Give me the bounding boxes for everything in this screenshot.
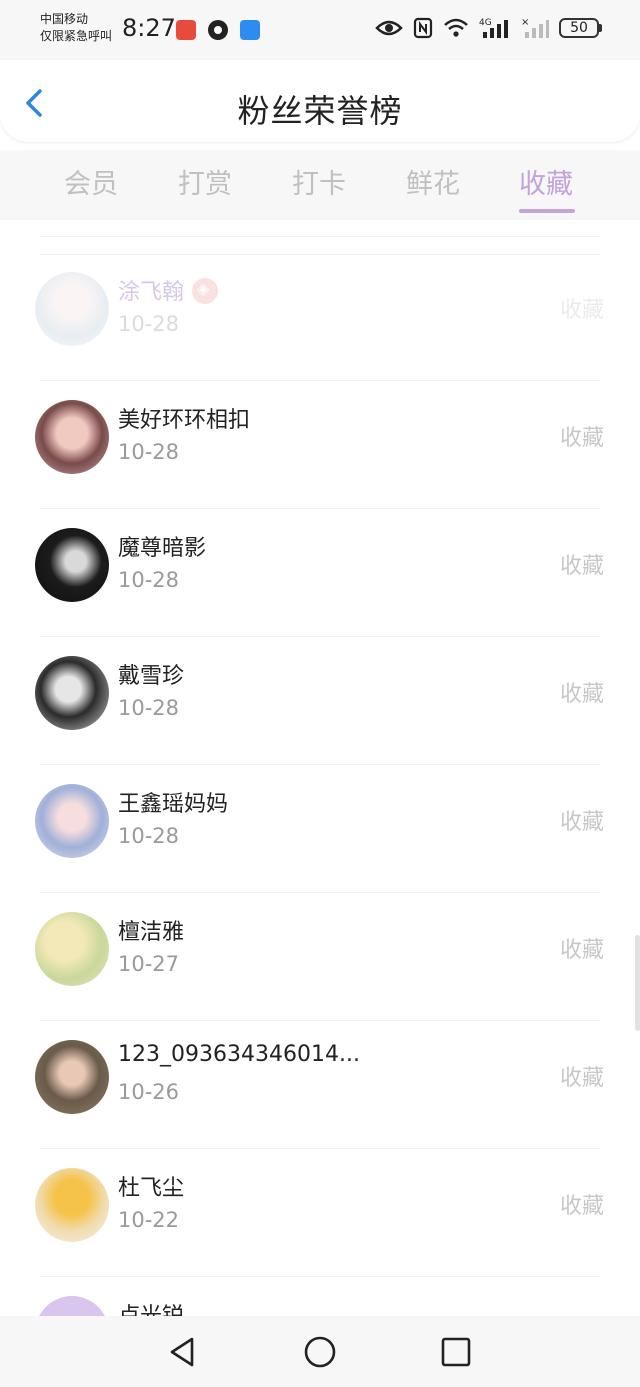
notification-icons <box>176 20 260 40</box>
fan-date: 10-28 <box>118 312 180 336</box>
carrier-status: 仅限紧急呼叫 <box>40 29 113 43</box>
list-item[interactable]: 卢光锐 <box>0 1276 640 1316</box>
recents-nav-icon[interactable] <box>438 1334 474 1370</box>
vip-badge-icon <box>192 278 219 304</box>
favorite-label: 收藏 <box>559 810 604 835</box>
huawei-app-icon <box>176 20 196 40</box>
tab-member[interactable]: 会员 <box>64 162 118 201</box>
fan-name: 涂飞翰 <box>118 274 219 306</box>
battery-level: 50 <box>559 18 599 38</box>
fan-name: 戴雪珍 <box>118 664 185 689</box>
avatar <box>35 400 109 474</box>
avatar <box>35 912 109 986</box>
carrier-name: 中国移动 <box>40 12 89 26</box>
divider <box>40 236 600 237</box>
fan-date: 10-28 <box>118 696 180 720</box>
no-signal-icon: × <box>521 17 549 38</box>
list-item[interactable]: 戴雪珍 10-28 收藏 <box>0 636 640 764</box>
fan-date: 10-28 <box>118 568 180 592</box>
avatar <box>35 1168 109 1242</box>
signal-4g-icon: 4G <box>479 18 508 38</box>
fan-date: 10-26 <box>118 1080 180 1104</box>
list-item[interactable]: 美好环环相扣 10-28 收藏 <box>0 380 640 508</box>
fan-date: 10-28 <box>118 824 180 848</box>
clock: 8:27 <box>122 14 176 42</box>
fan-name: 卢光锐 <box>118 1298 184 1316</box>
svg-text:4G: 4G <box>479 18 492 28</box>
fan-name: 美好环环相扣 <box>118 408 251 433</box>
favorite-label: 收藏 <box>559 426 604 451</box>
favorite-label: 收藏 <box>559 1194 604 1219</box>
fan-name: 王鑫瑶妈妈 <box>118 792 229 817</box>
message-icon <box>240 20 260 40</box>
tab-reward[interactable]: 打赏 <box>178 162 232 201</box>
fan-list[interactable]: 涂飞翰 10-28 收藏 美好环环相扣 10-28 收藏 魔尊暗影 10-28 … <box>0 220 640 1316</box>
list-item[interactable]: 魔尊暗影 10-28 收藏 <box>0 508 640 636</box>
avatar <box>35 784 109 858</box>
fan-name: 檀洁雅 <box>118 920 185 945</box>
system-icons: 4G × 50 <box>375 16 602 40</box>
wifi-icon <box>444 18 468 37</box>
avatar <box>35 656 109 730</box>
status-bar: 中国移动 仅限紧急呼叫 8:27 4G × 50 <box>0 0 640 60</box>
avatar <box>35 1296 109 1316</box>
scrollbar[interactable] <box>635 935 640 1031</box>
favorite-label: 收藏 <box>559 298 604 323</box>
page-title: 粉丝荣誉榜 <box>237 92 403 130</box>
svg-text:×: × <box>521 17 529 28</box>
favorite-label: 收藏 <box>559 682 604 707</box>
favorite-label: 收藏 <box>559 1066 604 1091</box>
avatar <box>35 528 109 602</box>
fan-name: 魔尊暗影 <box>118 536 207 561</box>
eye-icon <box>375 20 403 36</box>
list-item[interactable]: 123_093634346014... 10-26 收藏 <box>0 1020 640 1148</box>
tab-flowers[interactable]: 鲜花 <box>406 162 460 201</box>
fan-name: 杜飞尘 <box>118 1176 185 1201</box>
favorite-label: 收藏 <box>559 554 604 579</box>
tab-checkin[interactable]: 打卡 <box>292 162 346 201</box>
back-nav-icon[interactable] <box>164 1334 200 1370</box>
favorite-label: 收藏 <box>559 938 604 963</box>
list-item[interactable]: 杜飞尘 10-22 收藏 <box>0 1148 640 1276</box>
nfc-icon <box>413 17 433 39</box>
list-item[interactable]: 涂飞翰 10-28 收藏 <box>0 252 640 380</box>
list-item[interactable]: 王鑫瑶妈妈 10-28 收藏 <box>0 764 640 892</box>
top-app-bar: 粉丝荣誉榜 <box>0 60 640 142</box>
fan-date: 10-22 <box>118 1208 180 1232</box>
carrier-info: 中国移动 仅限紧急呼叫 <box>40 11 112 45</box>
fan-name-text: 涂飞翰 <box>118 280 185 305</box>
fan-date: 10-28 <box>118 440 180 464</box>
battery-icon: 50 <box>559 18 602 38</box>
fan-date: 10-27 <box>118 952 180 976</box>
qq-icon <box>208 20 228 40</box>
home-nav-icon[interactable] <box>302 1334 338 1370</box>
avatar <box>35 272 109 346</box>
active-tab-indicator <box>519 209 575 213</box>
avatar <box>35 1040 109 1114</box>
list-item[interactable]: 檀洁雅 10-27 收藏 <box>0 892 640 1020</box>
system-nav-bar <box>0 1316 640 1387</box>
tab-favorites[interactable]: 收藏 <box>519 162 573 201</box>
fan-name: 123_093634346014... <box>118 1042 360 1067</box>
